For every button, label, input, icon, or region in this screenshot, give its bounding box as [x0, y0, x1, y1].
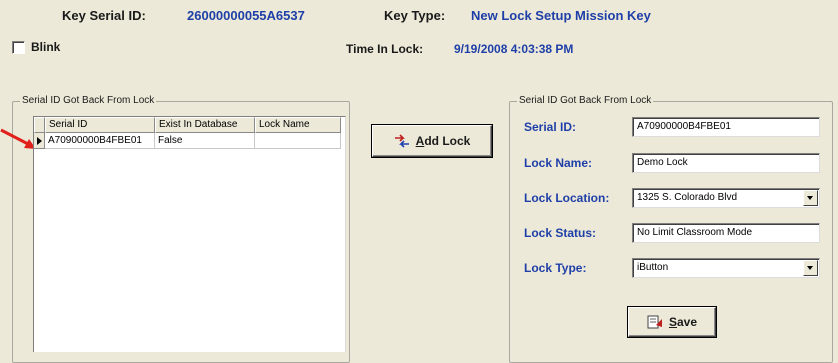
left-groupbox-title: Serial ID Got Back From Lock [20, 95, 157, 106]
table-row[interactable]: A70900000B4FBE01 False [34, 133, 341, 149]
lock-status-label: Lock Status: [524, 226, 597, 240]
chevron-down-icon[interactable] [803, 260, 818, 276]
blink-checkbox-box[interactable] [12, 40, 25, 54]
key-type-value: New Lock Setup Mission Key [471, 8, 651, 23]
key-serial-label: Key Serial ID: [62, 8, 146, 23]
col-header-serial-id[interactable]: Serial ID [45, 117, 155, 133]
cell-serial-id[interactable]: A70900000B4FBE01 [45, 133, 155, 149]
lock-type-select[interactable]: iButton [632, 258, 820, 278]
blink-checkbox[interactable]: Blink [12, 40, 60, 54]
col-header-exist-in-database[interactable]: Exist In Database [155, 117, 255, 133]
lock-type-label: Lock Type: [524, 261, 587, 275]
key-type-label: Key Type: [384, 8, 446, 23]
save-button[interactable]: Save [628, 307, 716, 337]
lock-location-value: 1325 S. Colorado Blvd [637, 192, 738, 203]
save-label: Save [668, 315, 698, 329]
right-groupbox-title: Serial ID Got Back From Lock [517, 95, 654, 106]
lock-type-value: iButton [637, 262, 669, 273]
chevron-down-icon[interactable] [803, 190, 818, 206]
serial-id-field[interactable]: A70900000B4FBE01 [632, 117, 820, 137]
cell-exist-in-database[interactable]: False [155, 133, 255, 149]
add-lock-icon [394, 134, 409, 148]
serial-id-grid[interactable]: Serial ID Exist In Database Lock Name A7… [33, 116, 346, 352]
save-icon [647, 315, 662, 329]
time-in-lock-value: 9/19/2008 4:03:38 PM [454, 42, 574, 56]
cell-lock-name[interactable] [255, 133, 341, 149]
add-lock-label: Add Lock [415, 134, 471, 148]
grid-corner [34, 117, 45, 133]
lock-status-field[interactable]: No Limit Classroom Mode [632, 223, 820, 243]
lock-name-label: Lock Name: [524, 156, 593, 170]
add-lock-button[interactable]: Add Lock [372, 125, 492, 157]
blink-label: Blink [31, 40, 61, 54]
lock-name-field[interactable]: Demo Lock [632, 153, 820, 173]
row-selector-arrow-icon[interactable] [34, 133, 45, 149]
lock-location-select[interactable]: 1325 S. Colorado Blvd [632, 188, 820, 208]
serial-id-label: Serial ID: [524, 120, 577, 134]
grid-header: Serial ID Exist In Database Lock Name [34, 117, 341, 133]
key-serial-value: 26000000055A6537 [187, 8, 305, 23]
col-header-lock-name[interactable]: Lock Name [255, 117, 341, 133]
lock-location-label: Lock Location: [524, 191, 610, 205]
time-in-lock-label: Time In Lock: [346, 42, 424, 56]
